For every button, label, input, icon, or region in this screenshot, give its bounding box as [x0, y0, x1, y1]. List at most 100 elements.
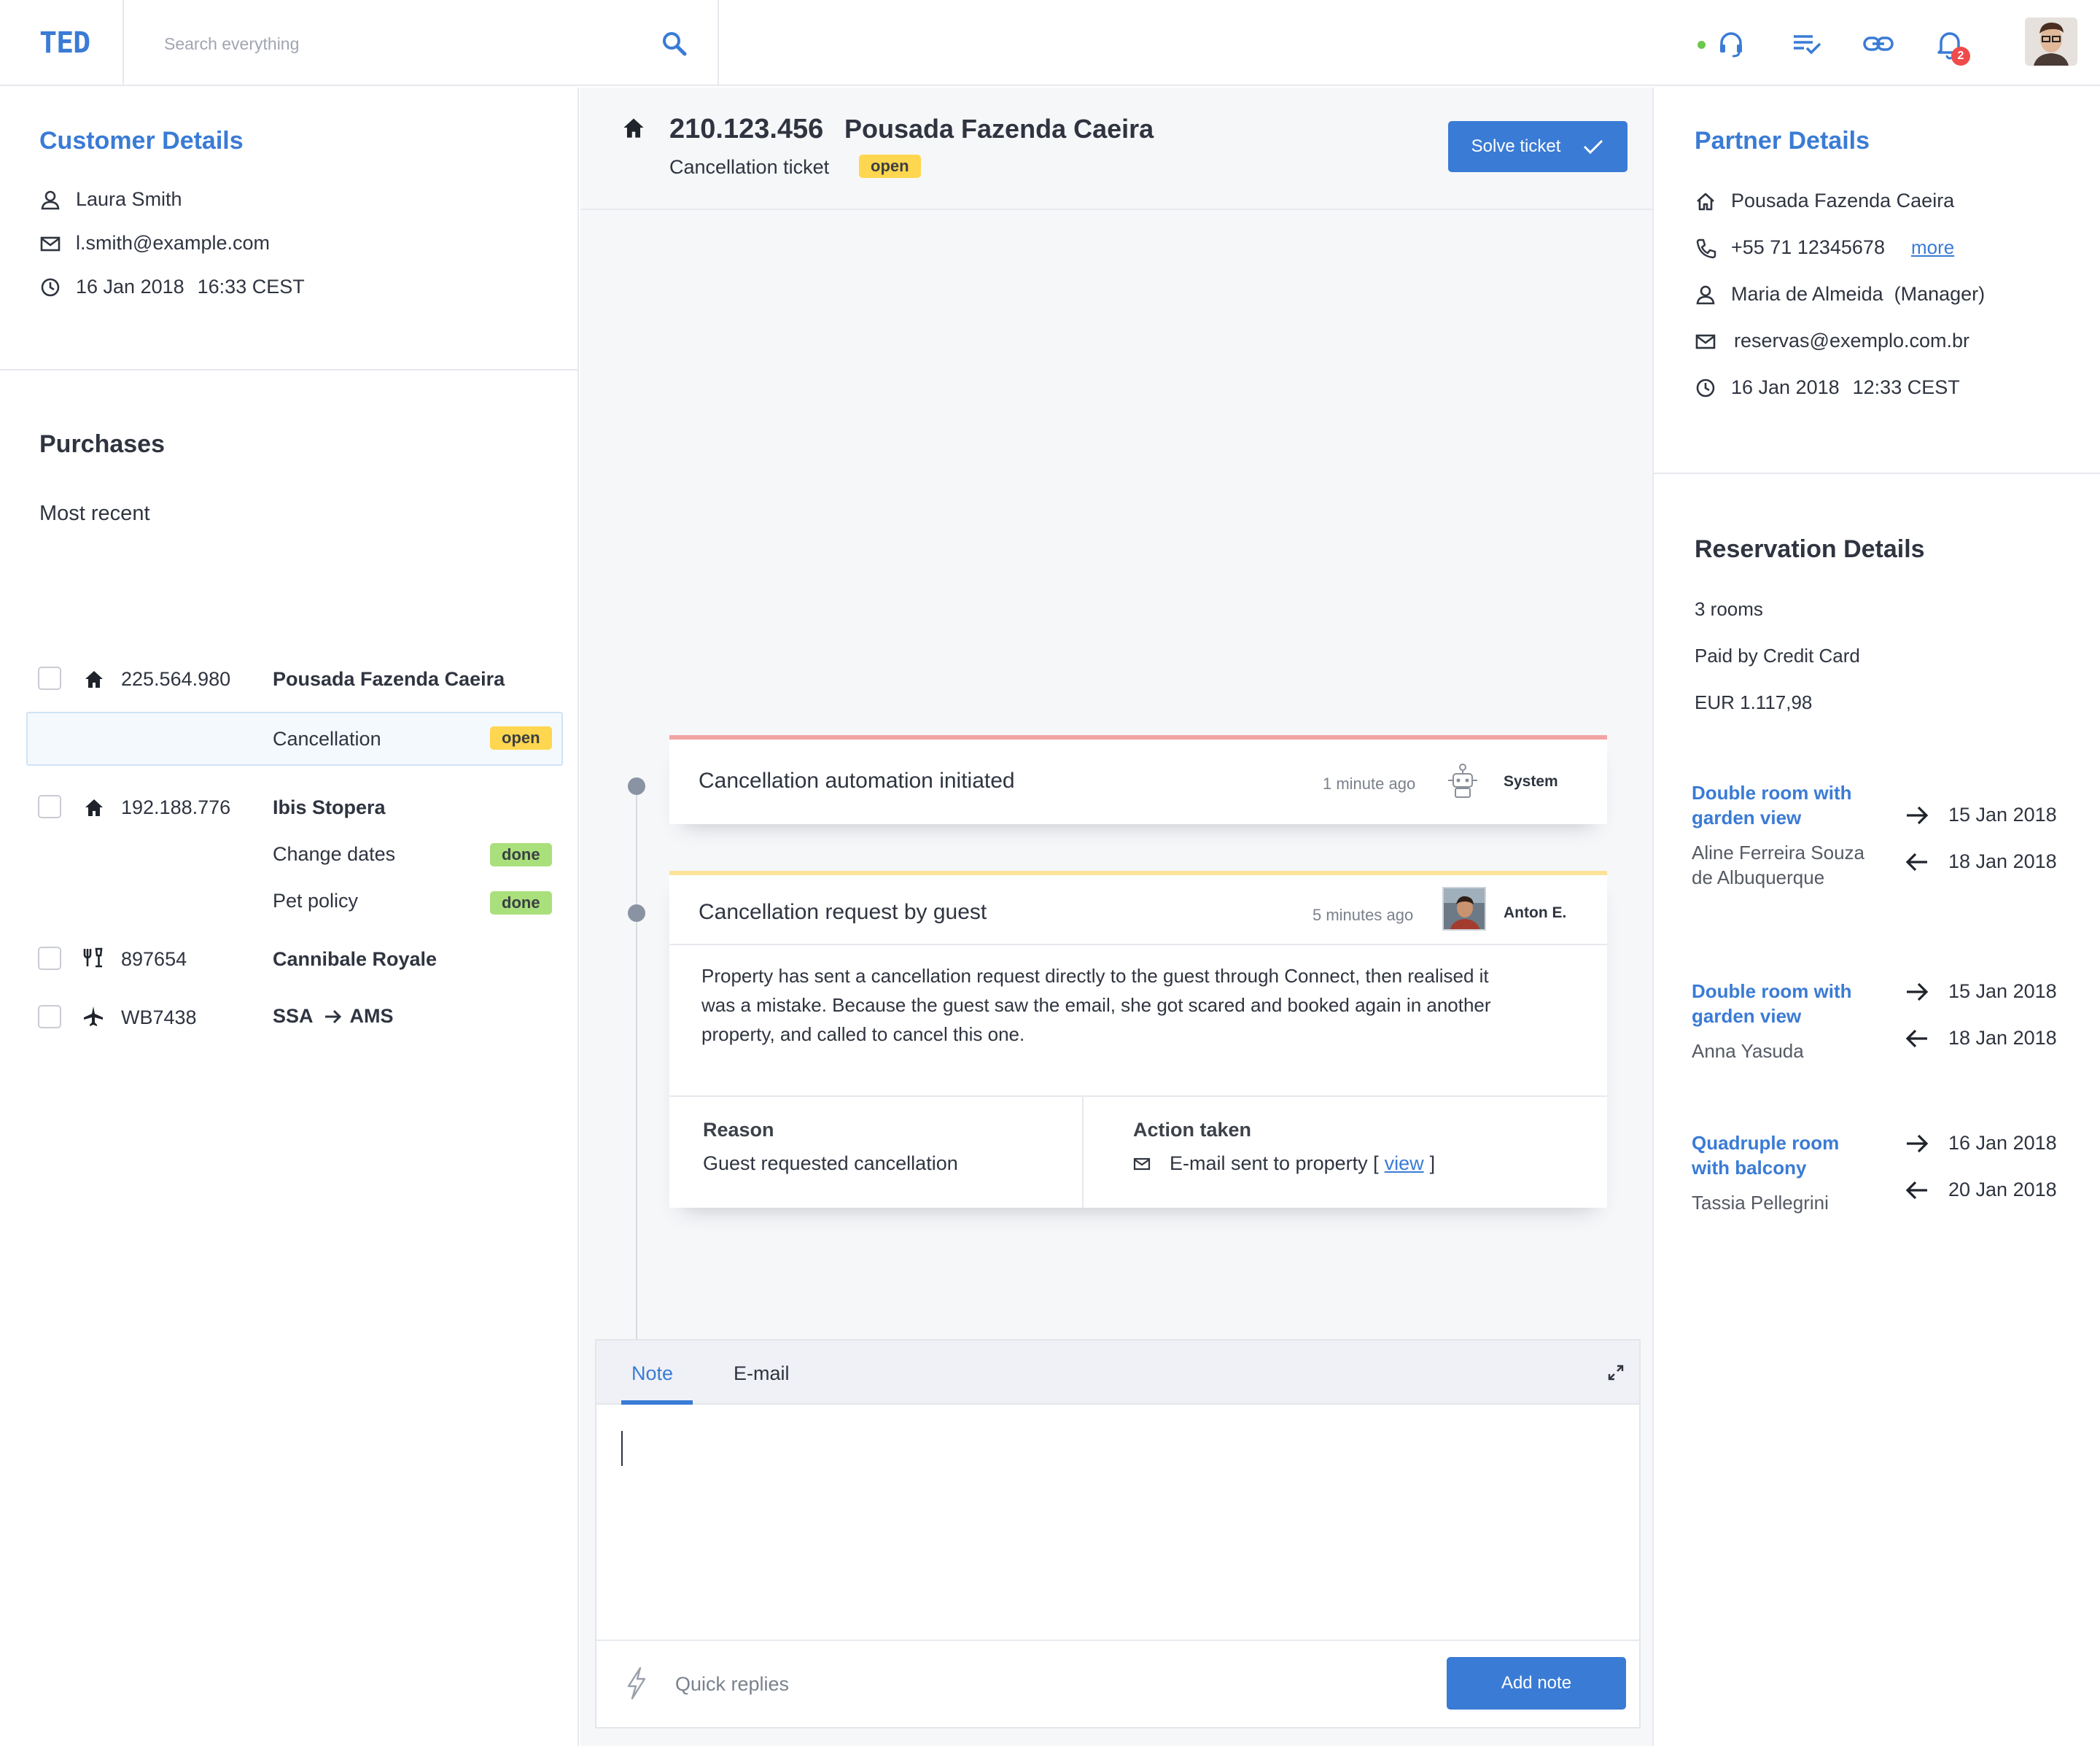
- arrow-right-icon: [1907, 982, 1929, 1001]
- room-name-line: Double room with: [1692, 782, 1852, 804]
- checkout-row: 18 Jan 2018: [1905, 850, 2057, 873]
- quick-replies-link[interactable]: Quick replies: [675, 1673, 789, 1696]
- restaurant-icon: [83, 947, 103, 968]
- arrow-left-icon: [1905, 1181, 1927, 1199]
- purchase-checkbox[interactable]: [38, 947, 61, 970]
- room-name-line: Double room with: [1692, 980, 1852, 1002]
- timeline-line: [636, 788, 637, 1342]
- user-avatar[interactable]: [2025, 18, 2077, 66]
- customer-email[interactable]: l.smith@example.com: [76, 232, 270, 255]
- app-logo[interactable]: TED: [39, 26, 90, 60]
- solve-ticket-label: Solve ticket: [1471, 136, 1561, 156]
- status-badge: done: [490, 843, 552, 866]
- tab-note[interactable]: Note: [631, 1362, 673, 1385]
- checkin-row: 15 Jan 2018: [1905, 804, 2057, 826]
- partner-email[interactable]: reservas@exemplo.com.br: [1734, 330, 1969, 352]
- arrow-right-icon: [1907, 1134, 1929, 1152]
- purchase-name[interactable]: Pousada Fazenda Caeira: [273, 668, 505, 691]
- guest-name-line: Anna Yasuda: [1692, 1040, 1804, 1062]
- arrow-left-icon: [1905, 853, 1927, 871]
- divider: [718, 0, 719, 86]
- divider: [669, 1095, 1607, 1097]
- search-icon[interactable]: [660, 29, 689, 58]
- purchase-checkbox[interactable]: [38, 1005, 61, 1028]
- divider: [0, 369, 578, 370]
- purchases-title: Purchases: [39, 430, 165, 458]
- headset-icon[interactable]: [1715, 28, 1747, 60]
- add-note-button[interactable]: Add note: [1447, 1657, 1626, 1710]
- purchase-number: 897654: [121, 948, 187, 970]
- purchase-name[interactable]: SSA AMS: [273, 1005, 394, 1028]
- text-cursor: [621, 1431, 623, 1466]
- timeline-event: Cancellation request by guest 5 minutes …: [669, 871, 1607, 1208]
- mail-icon: [1695, 334, 1716, 349]
- partner-phone[interactable]: +55 71 12345678: [1731, 236, 1885, 259]
- event-time: 5 minutes ago: [1312, 906, 1414, 924]
- divider: [1654, 473, 2100, 474]
- partner-contact: Maria de Almeida (Manager): [1731, 283, 1986, 305]
- more-phones-link[interactable]: more: [1911, 236, 1954, 259]
- purchase-checkbox[interactable]: [38, 667, 61, 690]
- divider: [669, 944, 1607, 945]
- link-icon[interactable]: [1862, 28, 1894, 60]
- room-link[interactable]: Quadruple room with balcony: [1692, 1130, 1874, 1180]
- mail-icon: [1133, 1157, 1151, 1170]
- search-input[interactable]: [164, 29, 631, 58]
- view-email-link[interactable]: view: [1385, 1152, 1424, 1175]
- lightning-icon[interactable]: [624, 1666, 649, 1701]
- purchase-number: 225.564.980: [121, 668, 231, 690]
- divider: [122, 0, 124, 86]
- checkin-row: 16 Jan 2018: [1905, 1132, 2057, 1155]
- checkin-date: 15 Jan 2018: [1948, 980, 2057, 1002]
- customer-details-title: Customer Details: [39, 127, 244, 155]
- house-icon: [85, 671, 103, 688]
- purchase-checkbox[interactable]: [38, 795, 61, 818]
- purchase-subitem-label[interactable]: Change dates: [273, 843, 395, 866]
- customer-time: 16:33 CEST: [197, 276, 305, 298]
- phone-icon: [1696, 238, 1716, 258]
- solve-ticket-button[interactable]: Solve ticket: [1448, 121, 1628, 172]
- purchase-number: WB7438: [121, 1006, 197, 1028]
- customer-date-row: 16 Jan 2018 16:33 CEST: [39, 276, 305, 298]
- status-badge: done: [490, 891, 552, 915]
- reason-value: Guest requested cancellation: [703, 1152, 958, 1174]
- event-time: 1 minute ago: [1323, 775, 1416, 793]
- purchase-subitem-label[interactable]: Pet policy: [273, 890, 358, 912]
- partner-contact-row: Maria de Almeida (Manager): [1695, 283, 1985, 306]
- expand-icon[interactable]: [1607, 1364, 1625, 1381]
- note-textarea[interactable]: [621, 1427, 1613, 1565]
- customer-date: 16 Jan 2018: [76, 276, 184, 298]
- reservation-rooms: 3 rooms: [1695, 598, 1763, 620]
- purchase-name[interactable]: Ibis Stopera: [273, 796, 386, 819]
- reservation-amount: EUR 1.117,98: [1695, 691, 1813, 713]
- notification-badge: 2: [1951, 47, 1970, 66]
- flight-destination: AMS: [349, 1005, 394, 1027]
- timeline-event: Cancellation automation initiated 1 minu…: [669, 735, 1607, 824]
- ticket-property[interactable]: Pousada Fazenda Caeira: [844, 114, 1154, 144]
- arrow-right-icon: [1907, 806, 1929, 824]
- room-guest: Tassia Pellegrini: [1692, 1190, 1874, 1215]
- room-link[interactable]: Double room with garden view: [1692, 979, 1874, 1028]
- action-value: E-mail sent to property [ view ]: [1133, 1152, 1435, 1175]
- author-avatar[interactable]: [1442, 887, 1486, 931]
- task-list-icon[interactable]: [1791, 28, 1823, 60]
- person-icon: [41, 190, 60, 209]
- ticket-number: 210.123.456: [669, 114, 824, 144]
- guest-name-line: de Albuquerque: [1692, 866, 1825, 888]
- purchase-name[interactable]: Cannibale Royale: [273, 948, 437, 971]
- checkin-date: 15 Jan 2018: [1948, 804, 2057, 826]
- ticket-type: Cancellation ticket: [669, 156, 830, 178]
- event-author: System: [1504, 773, 1558, 790]
- tab-email[interactable]: E-mail: [734, 1362, 790, 1385]
- reservation-details-title: Reservation Details: [1695, 535, 1925, 563]
- ticket-pane: 210.123.456 Pousada Fazenda Caeira Cance…: [580, 88, 1652, 1746]
- reservation-payment: Paid by Credit Card: [1695, 645, 1860, 667]
- robot-icon: [1448, 764, 1477, 798]
- partner-phone-row: +55 71 12345678 more: [1695, 236, 1954, 259]
- room-guest: Aline Ferreira Souza de Albuquerque: [1692, 840, 1874, 890]
- checkout-date: 18 Jan 2018: [1948, 850, 2057, 872]
- room-link[interactable]: Double room with garden view: [1692, 780, 1874, 830]
- partner-date-row: 16 Jan 2018 12:33 CEST: [1695, 376, 1960, 399]
- note-composer: Note E-mail Quick replies Add note: [595, 1339, 1641, 1728]
- checkin-row: 15 Jan 2018: [1905, 980, 2057, 1003]
